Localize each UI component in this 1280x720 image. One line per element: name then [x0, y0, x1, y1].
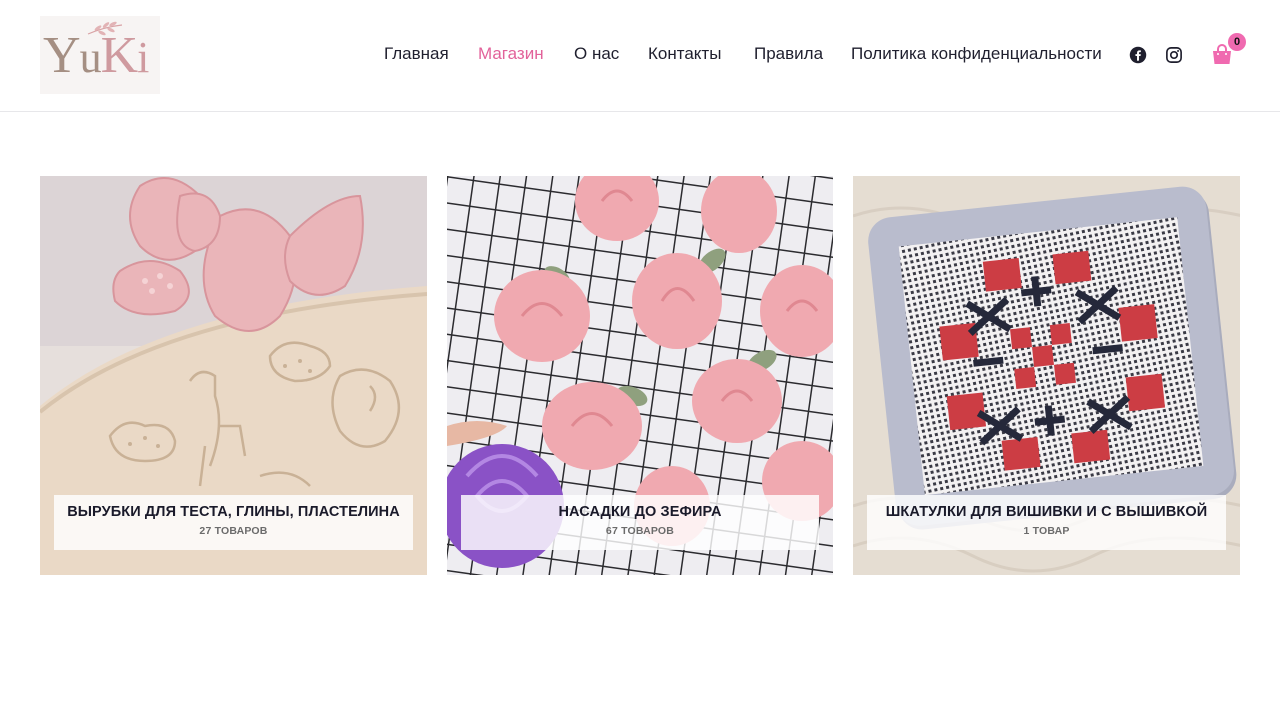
category-count: 1 ТОВАР [1023, 525, 1070, 537]
category-title[interactable]: ВЫРУБКИ ДЛЯ ТЕСТА, ГЛИНЫ, ПЛАСТЕЛИНА [54, 504, 413, 520]
category-title[interactable]: ШКАТУЛКИ ДЛЯ ВИШИВКИ И С ВЫШИВКОЙ [867, 504, 1226, 520]
nav-item-privacy-policy[interactable]: Политика конфиденциальности [851, 44, 1102, 64]
category-card-piping-tips[interactable]: НАСАДКИ ДО ЗЕФИРА 67 ТОВАРОВ [447, 176, 833, 575]
logo-letter-i: i [137, 33, 149, 82]
category-count: 27 ТОВАРОВ [199, 525, 268, 537]
logo-letter-u: u [79, 33, 102, 82]
category-caption: НАСАДКИ ДО ЗЕФИРА 67 ТОВАРОВ [461, 495, 819, 550]
logo-wordmark: YuKi [43, 27, 149, 84]
category-card-cutters[interactable]: ВЫРУБКИ ДЛЯ ТЕСТА, ГЛИНЫ, ПЛАСТЕЛИНА 27 … [40, 176, 427, 575]
nav-item-shop[interactable]: Магазин [478, 44, 544, 64]
cart-count-badge: 0 [1228, 33, 1246, 51]
instagram-icon[interactable] [1165, 46, 1183, 64]
nav-item-about[interactable]: О нас [574, 44, 619, 64]
logo-letter-y: Y [43, 27, 81, 84]
logo-letter-k: K [100, 27, 139, 84]
nav-item-home[interactable]: Главная [384, 44, 449, 64]
nav-item-rules[interactable]: Правила [754, 44, 823, 64]
category-count: 67 ТОВАРОВ [605, 525, 675, 537]
category-caption: ВЫРУБКИ ДЛЯ ТЕСТА, ГЛИНЫ, ПЛАСТЕЛИНА 27 … [54, 495, 413, 550]
category-card-embroidery-boxes[interactable]: ШКАТУЛКИ ДЛЯ ВИШИВКИ И С ВЫШИВКОЙ 1 ТОВА… [853, 176, 1240, 575]
site-logo[interactable]: YuKi [40, 16, 160, 94]
category-title[interactable]: НАСАДКИ ДО ЗЕФИРА [461, 504, 819, 520]
facebook-icon[interactable] [1129, 46, 1147, 64]
nav-item-contacts[interactable]: Контакты [648, 44, 721, 64]
category-caption: ШКАТУЛКИ ДЛЯ ВИШИВКИ И С ВЫШИВКОЙ 1 ТОВА… [867, 495, 1226, 550]
site-header: YuKi Главная Магазин О нас Контакты Прав… [0, 0, 1280, 112]
